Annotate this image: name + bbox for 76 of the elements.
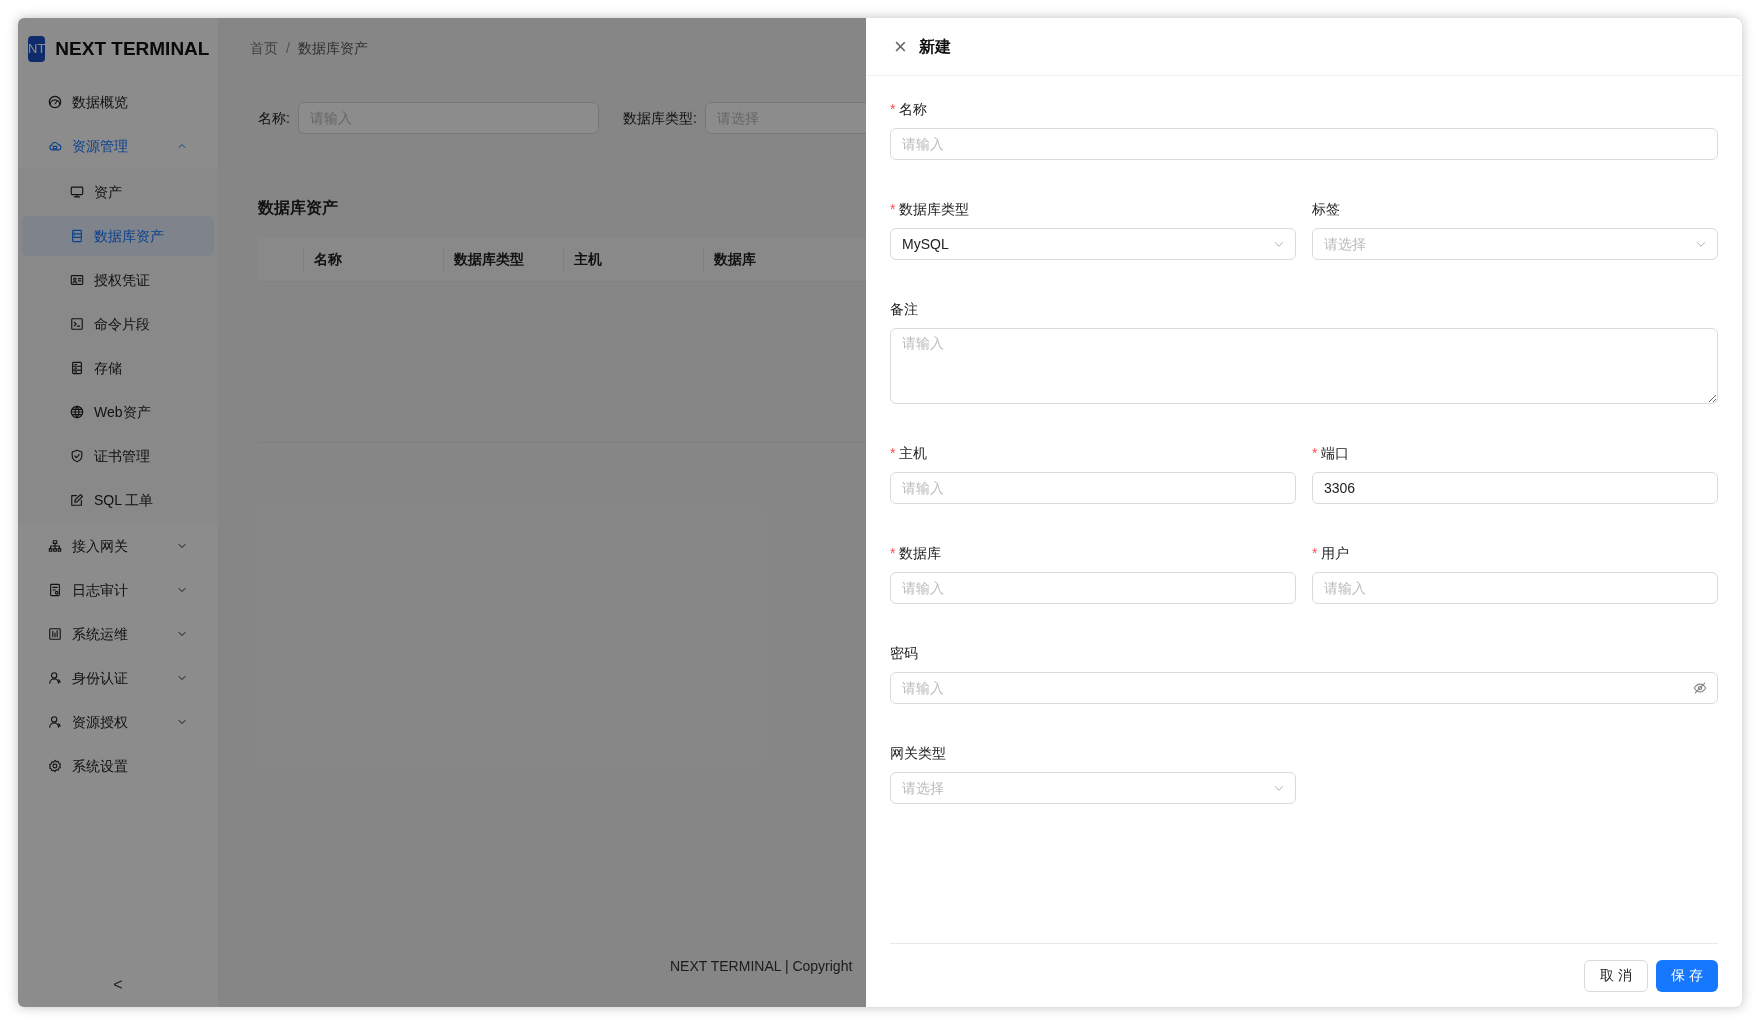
document-icon — [48, 583, 62, 597]
sidebar-item[interactable]: 数据概览 — [22, 80, 214, 124]
breadcrumb-link[interactable]: 数据库资产 — [297, 37, 368, 59]
monitor-icon — [70, 185, 84, 199]
filter-label: 名称: — [258, 108, 290, 128]
input-field[interactable]: 请输入 — [1312, 572, 1718, 604]
chart-icon — [48, 627, 62, 641]
sidebar-item[interactable]: 授权凭证 — [22, 260, 214, 300]
input-field[interactable]: 请输入 — [890, 472, 1296, 504]
required-mark: * — [890, 99, 896, 119]
list-icon — [70, 229, 84, 243]
breadcrumb-link[interactable]: 首页 — [250, 37, 278, 59]
sidebar-item[interactable]: 日志审计 — [22, 568, 214, 612]
sidebar-item[interactable]: 接入网关 — [22, 524, 214, 568]
text-area[interactable]: 请输入 — [890, 328, 1718, 404]
sidebar-item[interactable]: 资源授权 — [22, 700, 214, 744]
drawer-title: 新建 — [918, 36, 951, 57]
edit-icon — [70, 493, 84, 507]
field-label: 数据库 — [899, 543, 942, 563]
field-label: 密码 — [890, 643, 918, 663]
required-mark: * — [1312, 443, 1318, 463]
field-label: 备注 — [890, 299, 918, 319]
select-field[interactable]: MySQL — [890, 228, 1296, 260]
shield-icon — [70, 449, 84, 463]
sidebar-item[interactable]: 命令片段 — [22, 304, 214, 344]
required-mark: * — [1312, 543, 1318, 563]
close-button[interactable]: × — [894, 35, 907, 58]
column-header: 名称 — [314, 250, 342, 269]
field-label: 网关类型 — [890, 743, 946, 763]
select-field[interactable]: 请选择 — [1312, 228, 1718, 260]
sidebar-item[interactable]: 身份认证 — [22, 656, 214, 700]
required-mark: * — [890, 443, 896, 463]
network-icon — [48, 539, 62, 553]
password-field[interactable]: 请输入 — [890, 672, 1718, 704]
footer-text: NEXT TERMINAL | Copyright — [670, 958, 853, 974]
user-icon — [48, 671, 62, 685]
field-label: 数据库类型 — [899, 199, 970, 219]
sidebar-item[interactable]: 系统设置 — [22, 744, 214, 788]
field-label: 名称 — [899, 99, 928, 119]
field-label: 端口 — [1321, 443, 1350, 463]
sidebar-item[interactable]: 证书管理 — [22, 436, 214, 476]
required-mark: * — [890, 543, 896, 563]
column-header: 主机 — [574, 250, 602, 269]
sidebar-item[interactable]: 资产 — [22, 172, 214, 212]
column-header: 数据库类型 — [454, 250, 524, 269]
sidebar-item[interactable]: 存储 — [22, 348, 214, 388]
input-field[interactable]: 3306 — [1312, 472, 1718, 504]
sidebar-item[interactable]: 资源管理 — [22, 124, 214, 168]
app-title: NEXT TERMINAL — [55, 36, 210, 61]
table-title: 数据库资产 — [258, 198, 338, 218]
sidebar-item[interactable]: SQL 工单 — [22, 480, 214, 520]
breadcrumb-separator: / — [286, 38, 290, 58]
globe-icon — [70, 405, 84, 419]
filter-label: 数据库类型: — [622, 108, 697, 128]
settings-icon — [48, 759, 62, 773]
sidebar-item[interactable]: 系统运维 — [22, 612, 214, 656]
field-label: 主机 — [899, 443, 928, 463]
required-mark: * — [890, 199, 896, 219]
terminal-icon — [70, 317, 84, 331]
cloud-icon — [48, 139, 62, 153]
storage-icon — [70, 361, 84, 375]
save-button[interactable]: 保 存 — [1656, 959, 1718, 992]
field-label: 标签 — [1312, 199, 1340, 219]
cancel-button[interactable]: 取 消 — [1584, 959, 1649, 992]
select-field[interactable]: 请选择 — [890, 772, 1296, 804]
eye-slash-icon — [1693, 681, 1707, 695]
sidebar-item[interactable]: Web资产 — [22, 392, 214, 432]
logo-badge: NT — [28, 36, 46, 62]
field-label: 用户 — [1321, 543, 1350, 563]
gauge-icon — [48, 95, 62, 109]
collapse-button[interactable]: < — [105, 973, 131, 997]
input-field[interactable]: 请输入 — [890, 128, 1718, 160]
input-field[interactable]: 请输入 — [890, 572, 1296, 604]
user-icon — [48, 715, 62, 729]
id-card-icon — [70, 273, 84, 287]
column-header: 数据库 — [714, 250, 756, 269]
